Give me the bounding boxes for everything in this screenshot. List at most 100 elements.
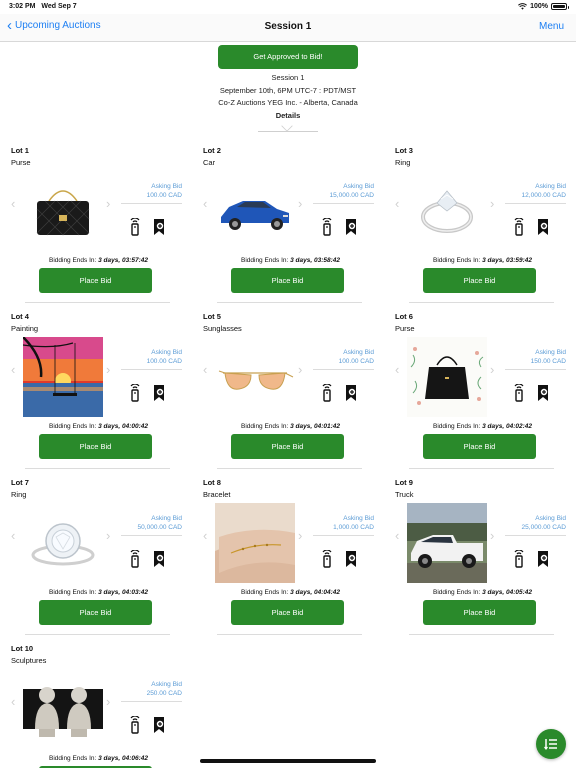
remote-bid-icon[interactable] xyxy=(320,383,334,402)
lot-image[interactable] xyxy=(23,669,103,749)
lot-card[interactable]: Lot 9 Truck ‹ › Asking Bid 25,000.00 CAD… xyxy=(395,478,570,640)
lot-card[interactable]: Lot 7 Ring ‹ › Asking Bid 50,000.00 CAD … xyxy=(11,478,186,640)
list-menu-button[interactable] xyxy=(536,729,566,759)
asking-bid-value: 150.00 CAD xyxy=(530,358,566,365)
lot-card[interactable]: Lot 10 Sculptures ‹ › Asking Bid 250.00 … xyxy=(11,644,186,768)
back-label: Upcoming Auctions xyxy=(15,20,101,31)
place-bid-button[interactable]: Place Bid xyxy=(39,268,152,293)
bidding-ends-label: Bidding Ends In: xyxy=(48,589,97,596)
bidding-ends-label: Bidding Ends In: xyxy=(48,755,97,762)
remote-bid-icon[interactable] xyxy=(320,217,334,236)
add-watchlist-icon[interactable] xyxy=(344,218,358,236)
chevron-left-icon[interactable]: ‹ xyxy=(11,362,15,377)
asking-divider xyxy=(121,701,182,702)
chevron-left-icon[interactable]: ‹ xyxy=(395,196,399,211)
lot-divider xyxy=(217,468,362,469)
lot-card[interactable]: Lot 3 Ring ‹ › Asking Bid 12,000.00 CAD … xyxy=(395,146,570,308)
lot-divider xyxy=(409,468,554,469)
lot-image[interactable] xyxy=(23,503,103,583)
add-watchlist-icon[interactable] xyxy=(536,218,550,236)
chevron-left-icon[interactable]: ‹ xyxy=(395,528,399,543)
get-approved-button[interactable]: Get Approved to Bid! xyxy=(218,45,358,69)
place-bid-button[interactable]: Place Bid xyxy=(423,434,536,459)
session-name: Session 1 xyxy=(271,73,305,82)
lot-card[interactable]: Lot 8 Bracelet ‹ › Asking Bid 1,000.00 C… xyxy=(203,478,378,640)
lot-divider xyxy=(409,634,554,635)
lot-title: Ring xyxy=(11,490,27,499)
bidding-ends-label: Bidding Ends In: xyxy=(240,589,289,596)
chevron-left-icon[interactable]: ‹ xyxy=(203,196,207,211)
chevron-left-icon[interactable]: ‹ xyxy=(11,528,15,543)
back-button[interactable]: ‹ Upcoming Auctions xyxy=(7,18,101,33)
add-watchlist-icon[interactable] xyxy=(536,550,550,568)
chevron-down-icon[interactable] xyxy=(281,120,293,132)
place-bid-button[interactable]: Place Bid xyxy=(231,268,344,293)
add-watchlist-icon[interactable] xyxy=(152,716,166,734)
add-watchlist-icon[interactable] xyxy=(152,384,166,402)
lot-image[interactable] xyxy=(407,503,487,583)
remote-bid-icon[interactable] xyxy=(512,549,526,568)
menu-button[interactable]: Menu xyxy=(539,21,564,32)
lot-image[interactable] xyxy=(407,171,487,251)
bidding-ends-label: Bidding Ends In: xyxy=(432,423,481,430)
chevron-right-icon[interactable]: › xyxy=(490,196,494,211)
chevron-right-icon[interactable]: › xyxy=(490,528,494,543)
place-bid-button[interactable]: Place Bid xyxy=(39,600,152,625)
add-watchlist-icon[interactable] xyxy=(536,384,550,402)
place-bid-button[interactable]: Place Bid xyxy=(231,434,344,459)
chevron-right-icon[interactable]: › xyxy=(106,196,110,211)
chevron-left-icon[interactable]: ‹ xyxy=(203,528,207,543)
lot-image[interactable] xyxy=(407,337,487,417)
halo-diamond-ring-image xyxy=(23,503,103,583)
bidding-ends-time: 3 days, 04:04:42 xyxy=(290,589,341,596)
place-bid-button[interactable]: Place Bid xyxy=(423,600,536,625)
lot-image[interactable] xyxy=(23,171,103,251)
remote-bid-icon[interactable] xyxy=(128,715,142,734)
bidding-ends-time: 3 days, 04:01:42 xyxy=(290,423,341,430)
chevron-right-icon[interactable]: › xyxy=(106,694,110,709)
remote-bid-icon[interactable] xyxy=(128,383,142,402)
add-watchlist-icon[interactable] xyxy=(344,384,358,402)
lot-card[interactable]: Lot 4 Painting ‹ › Asking Bid 100.00 CAD… xyxy=(11,312,186,474)
chevron-left-icon[interactable]: ‹ xyxy=(395,362,399,377)
bidding-ends-time: 3 days, 03:59:42 xyxy=(482,257,533,264)
add-watchlist-icon[interactable] xyxy=(344,550,358,568)
lot-card[interactable]: Lot 6 Purse ‹ › Asking Bid 150.00 CAD Bi… xyxy=(395,312,570,474)
details-divider xyxy=(258,131,318,132)
lot-title: Painting xyxy=(11,324,39,333)
chevron-right-icon[interactable]: › xyxy=(298,528,302,543)
chevron-right-icon[interactable]: › xyxy=(298,362,302,377)
add-watchlist-icon[interactable] xyxy=(152,218,166,236)
remote-bid-icon[interactable] xyxy=(128,549,142,568)
chevron-right-icon[interactable]: › xyxy=(298,196,302,211)
lot-title: Ring xyxy=(395,158,411,167)
chevron-right-icon[interactable]: › xyxy=(106,528,110,543)
remote-bid-icon[interactable] xyxy=(320,549,334,568)
place-bid-button[interactable]: Place Bid xyxy=(39,434,152,459)
chevron-right-icon[interactable]: › xyxy=(106,362,110,377)
remote-bid-icon[interactable] xyxy=(512,383,526,402)
asking-bid-label: Asking Bid xyxy=(535,515,566,522)
bidding-ends: Bidding Ends In: 3 days, 03:57:42 xyxy=(11,257,186,264)
lot-image[interactable] xyxy=(215,337,295,417)
lot-divider xyxy=(217,302,362,303)
chevron-left-icon[interactable]: ‹ xyxy=(11,694,15,709)
place-bid-button[interactable]: Place Bid xyxy=(423,268,536,293)
remote-bid-icon[interactable] xyxy=(128,217,142,236)
bidding-ends-label: Bidding Ends In: xyxy=(432,257,481,264)
details-link[interactable]: Details xyxy=(0,110,576,123)
lot-card[interactable]: Lot 2 Car ‹ › Asking Bid 15,000.00 CAD B… xyxy=(203,146,378,308)
lot-image[interactable] xyxy=(23,337,103,417)
asking-divider xyxy=(505,535,566,536)
chevron-right-icon[interactable]: › xyxy=(490,362,494,377)
lot-image[interactable] xyxy=(215,503,295,583)
place-bid-button[interactable]: Place Bid xyxy=(231,600,344,625)
remote-bid-icon[interactable] xyxy=(512,217,526,236)
chevron-left-icon[interactable]: ‹ xyxy=(203,362,207,377)
lot-image[interactable] xyxy=(215,171,295,251)
lot-card[interactable]: Lot 5 Sunglasses ‹ › Asking Bid 100.00 C… xyxy=(203,312,378,474)
add-watchlist-icon[interactable] xyxy=(152,550,166,568)
lot-card[interactable]: Lot 1 Purse ‹ › Asking Bid 100.00 CAD Bi… xyxy=(11,146,186,308)
asking-bid: Asking Bid 1,000.00 CAD xyxy=(333,514,374,532)
chevron-left-icon[interactable]: ‹ xyxy=(11,196,15,211)
